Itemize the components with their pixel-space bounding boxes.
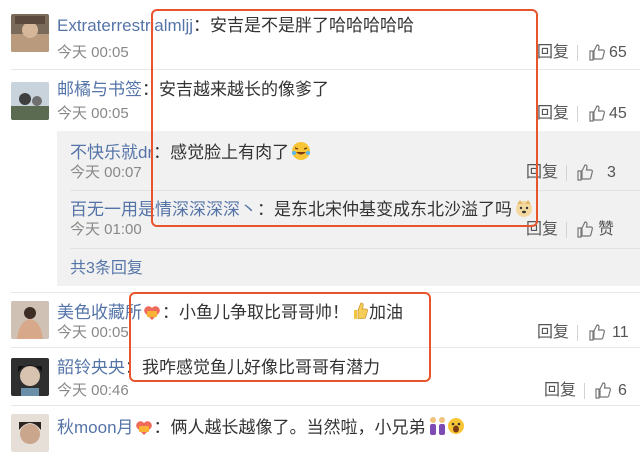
highlight-box <box>151 9 538 227</box>
fan-badge-icon <box>135 421 152 435</box>
like-count: 6 <box>618 382 627 399</box>
separator <box>577 106 578 122</box>
highlight-box <box>129 292 431 382</box>
twins-emoji <box>429 417 464 435</box>
like-count: 65 <box>609 44 627 61</box>
more-replies-link[interactable]: 共3条回复 <box>70 260 143 278</box>
timestamp: 今天 00:07 <box>70 164 142 181</box>
avatar[interactable] <box>11 82 49 120</box>
timestamp: 今天 00:46 <box>57 382 129 399</box>
separator <box>577 45 578 61</box>
comment-line: 秋moon月 ：俩人越长越像了。当然啦，小兄弟 <box>57 416 464 438</box>
avatar[interactable] <box>11 358 49 396</box>
thumbs-up-icon[interactable] <box>588 44 605 61</box>
avatar[interactable] <box>11 301 49 339</box>
timestamp: 今天 00:05 <box>57 324 129 341</box>
separator <box>577 325 578 341</box>
username-link[interactable]: 不快乐就dr <box>70 143 153 162</box>
like-count: 3 <box>607 164 616 181</box>
separator <box>566 222 567 238</box>
thumbs-up-icon[interactable] <box>588 324 605 341</box>
divider <box>70 248 640 249</box>
separator <box>566 165 567 181</box>
thumbs-up-icon[interactable] <box>576 221 593 238</box>
avatar[interactable] <box>11 414 49 452</box>
like-label: 赞 <box>598 221 615 238</box>
thumbs-up-icon[interactable] <box>588 105 605 122</box>
reply-button[interactable]: 回复 <box>544 382 576 400</box>
thumbs-up-icon[interactable] <box>594 382 611 399</box>
thumbs-up-icon[interactable] <box>576 164 593 181</box>
comment-text: 俩人越长越像了。当然啦，小兄弟 <box>170 418 426 437</box>
timestamp: 今天 00:05 <box>57 105 129 122</box>
reply-button[interactable]: 回复 <box>537 44 569 62</box>
reply-button[interactable]: 回复 <box>537 105 569 123</box>
username-link[interactable]: 韶铃央央 <box>57 358 125 377</box>
like-count: 11 <box>612 324 629 341</box>
avatar[interactable] <box>11 14 49 52</box>
timestamp: 今天 00:05 <box>57 44 129 61</box>
like-count: 45 <box>609 105 627 122</box>
username-link[interactable]: 邮橘与书签 <box>57 80 142 99</box>
separator <box>584 383 585 399</box>
reply-button[interactable]: 回复 <box>537 324 569 342</box>
username-link[interactable]: 秋moon月 <box>57 418 134 437</box>
timestamp: 今天 01:00 <box>70 221 142 238</box>
comment-item: 秋moon月 ：俩人越长越像了。当然啦，小兄弟 <box>0 406 640 452</box>
